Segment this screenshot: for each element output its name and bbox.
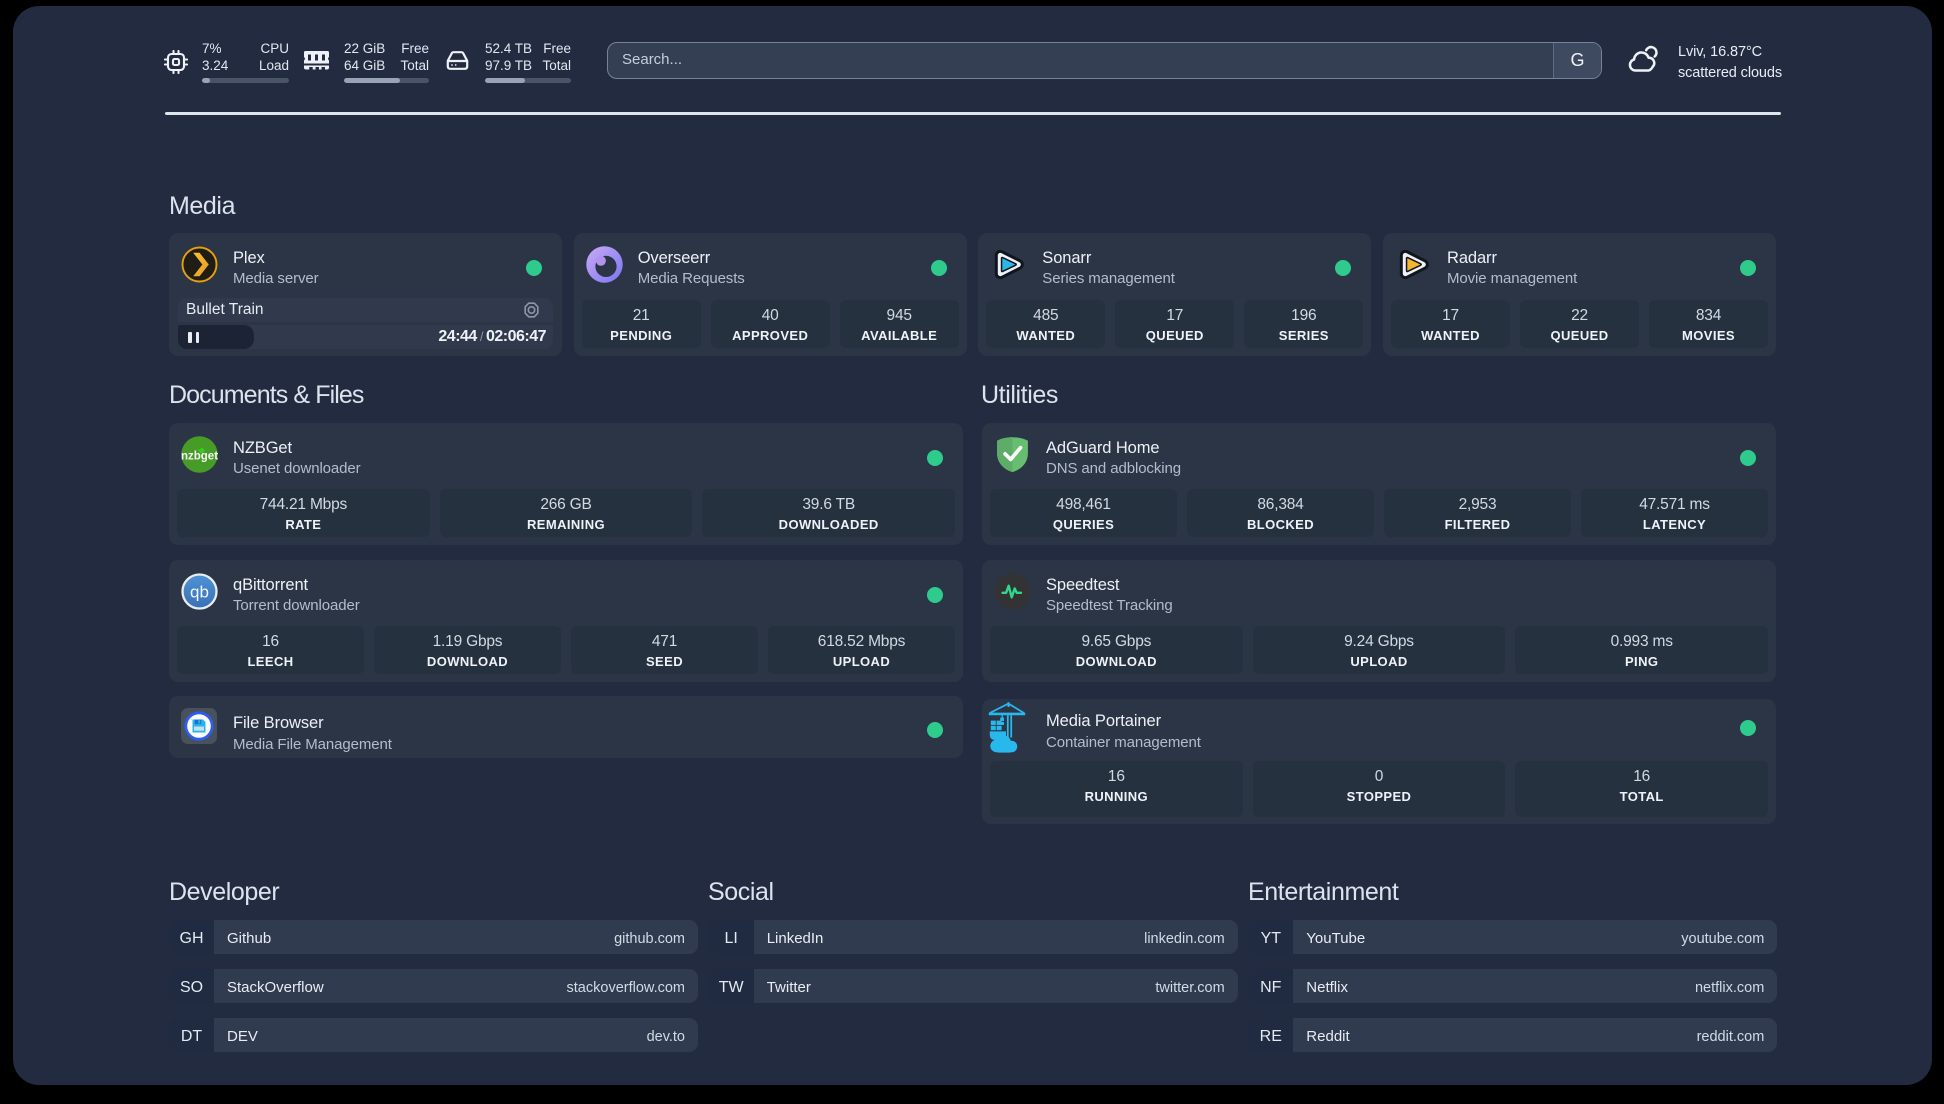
svg-text:qb: qb <box>190 583 209 602</box>
svg-text:nzbget: nzbget <box>181 451 218 463</box>
